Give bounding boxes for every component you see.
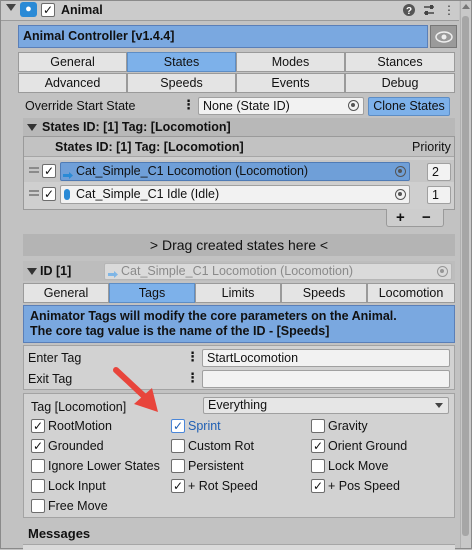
preset-icon[interactable] [422, 3, 436, 17]
tag-option-checkbox[interactable]: ✓ [171, 479, 185, 493]
tab-events[interactable]: Events [236, 73, 345, 93]
exit-tag-field[interactable] [202, 370, 450, 388]
tag-option-checkbox[interactable] [311, 419, 325, 433]
tab-speeds[interactable]: Speeds [127, 73, 236, 93]
tag-option-label: Ignore Lower States [48, 459, 160, 473]
info-line-2: The core tag value is the name of the ID… [30, 324, 330, 338]
info-box: Animator Tags will modify the core param… [23, 305, 455, 343]
state-picker-icon[interactable] [395, 189, 406, 200]
tag-option-checkbox[interactable]: ✓ [31, 439, 45, 453]
state-idle-icon [64, 189, 70, 200]
state-enabled-checkbox[interactable]: ✓ [42, 164, 56, 178]
enter-tag-field[interactable]: StartLocomotion [202, 349, 450, 367]
tag-option-checkbox[interactable] [31, 479, 45, 493]
tag-option-checkbox[interactable]: ✓ [311, 479, 325, 493]
states-foldout-label: States ID: [1] Tag: [Locomotion] [42, 120, 231, 134]
tag-option-label: Lock Input [48, 479, 106, 493]
help-icon[interactable]: ? [402, 3, 416, 17]
states-list-header-label: States ID: [1] Tag: [Locomotion] [55, 140, 244, 154]
tag-option-label: Sprint [188, 419, 221, 433]
tab-general[interactable]: General [18, 52, 127, 72]
svg-text:?: ? [406, 6, 412, 17]
remove-state-button[interactable]: − [422, 209, 431, 226]
exit-tag-label: Exit Tag [28, 372, 73, 386]
id-picker-icon [437, 266, 448, 277]
id-arrow-icon [108, 267, 118, 278]
tag-mask-dropdown[interactable]: Everything [203, 397, 449, 414]
tag-option-checkbox[interactable] [171, 459, 185, 473]
tag-option-checkbox[interactable] [171, 439, 185, 453]
tag-option-label: Grounded [48, 439, 104, 453]
scroll-up-icon[interactable] [462, 4, 470, 9]
paw-icon: ● [20, 2, 37, 17]
tag-option-checkbox[interactable] [311, 459, 325, 473]
tab-states[interactable]: States [127, 52, 236, 72]
tag-option-label: Free Move [48, 499, 108, 513]
override-start-state-field[interactable]: None (State ID) [198, 97, 364, 115]
component-title: Animal [61, 3, 103, 17]
tag-option-checkbox[interactable]: ✓ [31, 419, 45, 433]
subtab-locomotion[interactable]: Locomotion [367, 283, 455, 303]
subtab-speeds[interactable]: Speeds [281, 283, 367, 303]
annotation-arrow-icon [108, 362, 168, 418]
tag-option-checkbox[interactable] [31, 459, 45, 473]
list-add-remove-footer [386, 209, 444, 227]
exit-tag-kebab-icon[interactable]: ⋮ [186, 371, 199, 385]
id-label: ID [1] [40, 264, 72, 278]
override-kebab-icon[interactable]: ⋮ [182, 98, 195, 112]
enter-tag-kebab-icon[interactable]: ⋮ [186, 350, 199, 364]
dropdown-arrow-icon [435, 403, 443, 408]
clone-states-button[interactable]: Clone States [368, 97, 450, 116]
enter-tag-label: Enter Tag [28, 351, 82, 365]
controller-title-bar: Animal Controller [v1.4.4] [18, 25, 428, 48]
state-enabled-checkbox[interactable]: ✓ [42, 187, 56, 201]
tag-option-label: Gravity [328, 419, 368, 433]
tag-option-label: Custom Rot [188, 439, 254, 453]
tag-mask-dropdown-value: Everything [208, 398, 268, 412]
override-start-state-label: Override Start State [25, 99, 136, 113]
tag-option-label: + Pos Speed [328, 479, 400, 493]
state-arrow-icon [63, 168, 73, 179]
state-object-field[interactable]: Cat_Simple_C1 Idle (Idle) [60, 185, 410, 204]
tag-option-checkbox[interactable]: ✓ [311, 439, 325, 453]
states-foldout-arrow-icon[interactable] [27, 124, 37, 131]
tag-option-label: + Rot Speed [188, 479, 258, 493]
scroll-thumb[interactable] [462, 16, 469, 536]
tag-option-label: Orient Ground [328, 439, 408, 453]
context-menu-icon[interactable]: ⋮ [442, 3, 456, 17]
drag-handle-icon[interactable] [29, 190, 39, 196]
priority-header: Priority [412, 140, 451, 154]
drag-handle-icon[interactable] [29, 167, 39, 173]
state-picker-icon[interactable] [395, 166, 406, 177]
foldout-arrow-icon[interactable] [6, 4, 16, 11]
tag-option-checkbox[interactable]: ✓ [171, 419, 185, 433]
subtab-limits[interactable]: Limits [195, 283, 281, 303]
messages-label: Messages [28, 526, 91, 541]
info-line-1: Animator Tags will modify the core param… [30, 309, 397, 323]
subtab-tags[interactable]: Tags [109, 283, 195, 303]
tab-debug[interactable]: Debug [345, 73, 455, 93]
object-picker-icon[interactable] [348, 100, 359, 111]
state-object-field[interactable]: Cat_Simple_C1 Locomotion (Locomotion) [60, 162, 410, 181]
eye-icon[interactable] [430, 25, 457, 48]
id-object-field: Cat_Simple_C1 Locomotion (Locomotion) [104, 263, 452, 280]
tag-option-checkbox[interactable] [31, 499, 45, 513]
tag-option-label: Persistent [188, 459, 244, 473]
add-state-button[interactable]: + [396, 209, 405, 226]
tag-option-label: Lock Move [328, 459, 389, 473]
tab-advanced[interactable]: Advanced [18, 73, 127, 93]
component-enabled-checkbox[interactable]: ✓ [41, 3, 55, 17]
messages-field [23, 544, 455, 550]
tab-stances[interactable]: Stances [345, 52, 455, 72]
drag-drop-area[interactable]: > Drag created states here < [23, 234, 455, 256]
priority-field[interactable]: 2 [427, 163, 451, 181]
id-foldout-arrow-icon[interactable] [27, 268, 37, 275]
priority-field[interactable]: 1 [427, 186, 451, 204]
tab-modes[interactable]: Modes [236, 52, 345, 72]
tag-option-label: RootMotion [48, 419, 112, 433]
subtab-general[interactable]: General [23, 283, 109, 303]
